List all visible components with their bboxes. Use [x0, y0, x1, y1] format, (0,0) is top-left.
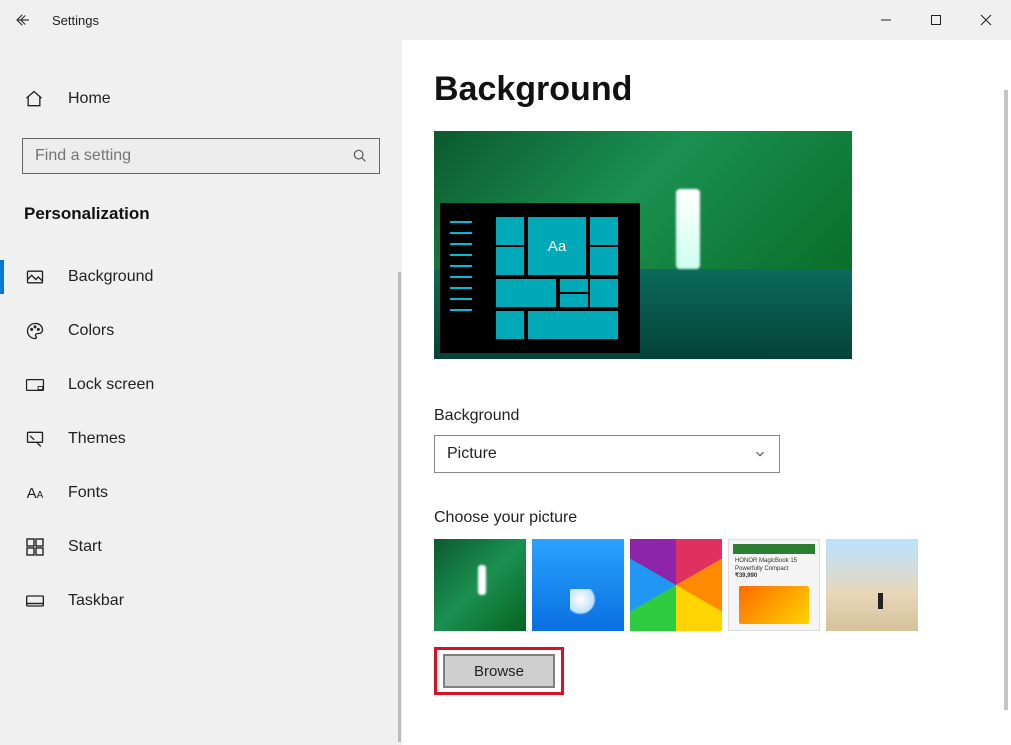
search-icon [352, 148, 368, 164]
lockscreen-icon [24, 376, 46, 394]
sidebar-item-colors[interactable]: Colors [0, 304, 402, 358]
sidebar-item-label: Background [68, 268, 153, 286]
taskbar-icon [24, 593, 46, 609]
search-input[interactable] [22, 138, 380, 174]
sidebar-item-taskbar[interactable]: Taskbar [0, 574, 402, 628]
palette-icon [24, 321, 46, 341]
page-title: Background [434, 70, 1011, 109]
maximize-button[interactable] [911, 0, 961, 40]
minimize-icon [880, 14, 892, 26]
browse-button[interactable]: Browse [443, 654, 555, 688]
sidebar-home-label: Home [68, 90, 111, 108]
choose-picture-label: Choose your picture [434, 509, 1011, 527]
preview-start-panel: Aa [440, 203, 640, 353]
picture-icon [24, 267, 46, 287]
sidebar-item-themes[interactable]: Themes [0, 412, 402, 466]
sidebar-item-fonts[interactable]: AA Fonts [0, 466, 402, 520]
sidebar-item-lockscreen[interactable]: Lock screen [0, 358, 402, 412]
home-icon [24, 89, 44, 109]
content-pane: Background Aa Background Picture Choose … [402, 40, 1011, 745]
background-type-dropdown[interactable]: Picture [434, 435, 780, 473]
close-icon [980, 14, 992, 26]
picture-thumbnail[interactable] [434, 539, 526, 631]
browse-button-label: Browse [474, 663, 524, 680]
sidebar-item-label: Start [68, 538, 102, 556]
sidebar-item-background[interactable]: Background [0, 250, 402, 304]
maximize-icon [930, 14, 942, 26]
picture-thumbnail[interactable] [532, 539, 624, 631]
brush-icon [24, 429, 46, 449]
picture-thumbnail[interactable] [826, 539, 918, 631]
sidebar-item-label: Taskbar [68, 592, 124, 610]
sidebar-category-title: Personalization [0, 174, 402, 236]
sidebar-item-label: Colors [68, 322, 114, 340]
sidebar-item-label: Fonts [68, 484, 108, 502]
picture-thumbnail[interactable]: HONOR MagicBook 15Powerfully Compact₹39,… [728, 539, 820, 631]
background-type-label: Background [434, 407, 1011, 425]
content-scrollbar[interactable] [1004, 90, 1008, 710]
sidebar-item-start[interactable]: Start [0, 520, 402, 574]
browse-highlight: Browse [434, 647, 564, 695]
close-button[interactable] [961, 0, 1011, 40]
chevron-down-icon [753, 447, 767, 461]
start-icon [24, 538, 46, 556]
picture-thumbnail[interactable] [630, 539, 722, 631]
minimize-button[interactable] [861, 0, 911, 40]
back-button[interactable] [0, 0, 46, 40]
background-preview: Aa [434, 131, 852, 359]
sidebar: Home Personalization Background Colors [0, 40, 402, 745]
window-title: Settings [46, 13, 99, 28]
sidebar-scrollbar[interactable] [398, 272, 401, 742]
preview-sample-text: Aa [528, 217, 586, 275]
picture-thumbnails: HONOR MagicBook 15Powerfully Compact₹39,… [434, 539, 1011, 631]
fonts-icon: AA [24, 485, 46, 502]
background-type-value: Picture [447, 445, 497, 463]
sidebar-item-label: Lock screen [68, 376, 154, 394]
sidebar-item-label: Themes [68, 430, 126, 448]
sidebar-home[interactable]: Home [0, 78, 402, 120]
